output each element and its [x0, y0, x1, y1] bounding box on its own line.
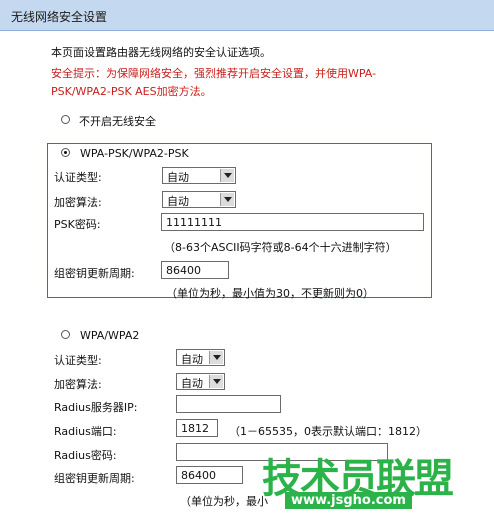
psk-auth-type-value: 自动 [167, 171, 189, 184]
disable-security-label: 不开启无线安全 [79, 115, 156, 128]
wpa-encryption-select[interactable]: 自动 [176, 373, 225, 390]
radius-port-hint: （1－65535，0表示默认端口：1812） [229, 425, 427, 438]
psk-password-hint: （8-63个ASCII码字符或8-64个十六进制字符） [164, 241, 397, 254]
wpa-enterprise-radio[interactable] [61, 330, 70, 339]
security-warning-line-1: 安全提示：为保障网络安全，强烈推荐开启安全设置，并使用WPA- [51, 67, 377, 80]
wpa-auth-type-select[interactable]: 自动 [176, 349, 225, 366]
psk-auth-type-select[interactable]: 自动 [162, 167, 236, 184]
security-warning-line-2: PSK/WPA2-PSK AES加密方法。 [51, 85, 212, 98]
wpa-enterprise-label: WPA/WPA2 [80, 329, 140, 342]
chevron-down-icon[interactable] [220, 193, 234, 206]
wpa-encryption-value: 自动 [181, 377, 203, 390]
psk-group-key-period-hint: （单位为秒，最小值为30，不更新则为0） [166, 287, 374, 300]
chevron-down-icon[interactable] [209, 375, 223, 388]
wpa-group-key-period-input[interactable]: 86400 [176, 466, 243, 484]
psk-encryption-select[interactable]: 自动 [162, 191, 236, 208]
watermark-url: www.jsgho.com [285, 492, 412, 509]
wpa-psk-label: WPA-PSK/WPA2-PSK [80, 147, 189, 160]
disable-security-radio[interactable] [61, 115, 70, 124]
psk-password-input[interactable]: 11111111 [161, 213, 424, 231]
radius-port-input[interactable]: 1812 [176, 419, 218, 437]
intro-text: 本页面设置路由器无线网络的安全认证选项。 [51, 46, 271, 59]
wpa-group-key-period-label: 组密钥更新周期: [54, 472, 135, 485]
window-title-bar: 无线网络安全设置 [0, 0, 494, 31]
radius-server-ip-input[interactable] [176, 395, 281, 413]
chevron-down-icon[interactable] [220, 169, 234, 182]
wpa-psk-radio[interactable] [61, 148, 70, 157]
psk-password-label: PSK密码: [54, 218, 101, 231]
radius-password-label: Radius密码: [54, 449, 117, 462]
wpa-auth-type-value: 自动 [181, 353, 203, 366]
psk-group-key-period-input[interactable]: 86400 [161, 261, 229, 279]
psk-group-key-period-label: 组密钥更新周期: [54, 267, 135, 280]
wpa-auth-type-label: 认证类型: [54, 354, 102, 367]
psk-encryption-value: 自动 [167, 195, 189, 208]
psk-encryption-label: 加密算法: [54, 196, 102, 209]
wpa-encryption-label: 加密算法: [54, 378, 102, 391]
radius-server-ip-label: Radius服务器IP: [54, 401, 138, 414]
chevron-down-icon[interactable] [209, 351, 223, 364]
radius-port-label: Radius端口: [54, 425, 117, 438]
window-title: 无线网络安全设置 [11, 10, 108, 24]
wpa-group-key-period-hint: （单位为秒，最小 [180, 495, 268, 508]
psk-auth-type-label: 认证类型: [54, 171, 102, 184]
